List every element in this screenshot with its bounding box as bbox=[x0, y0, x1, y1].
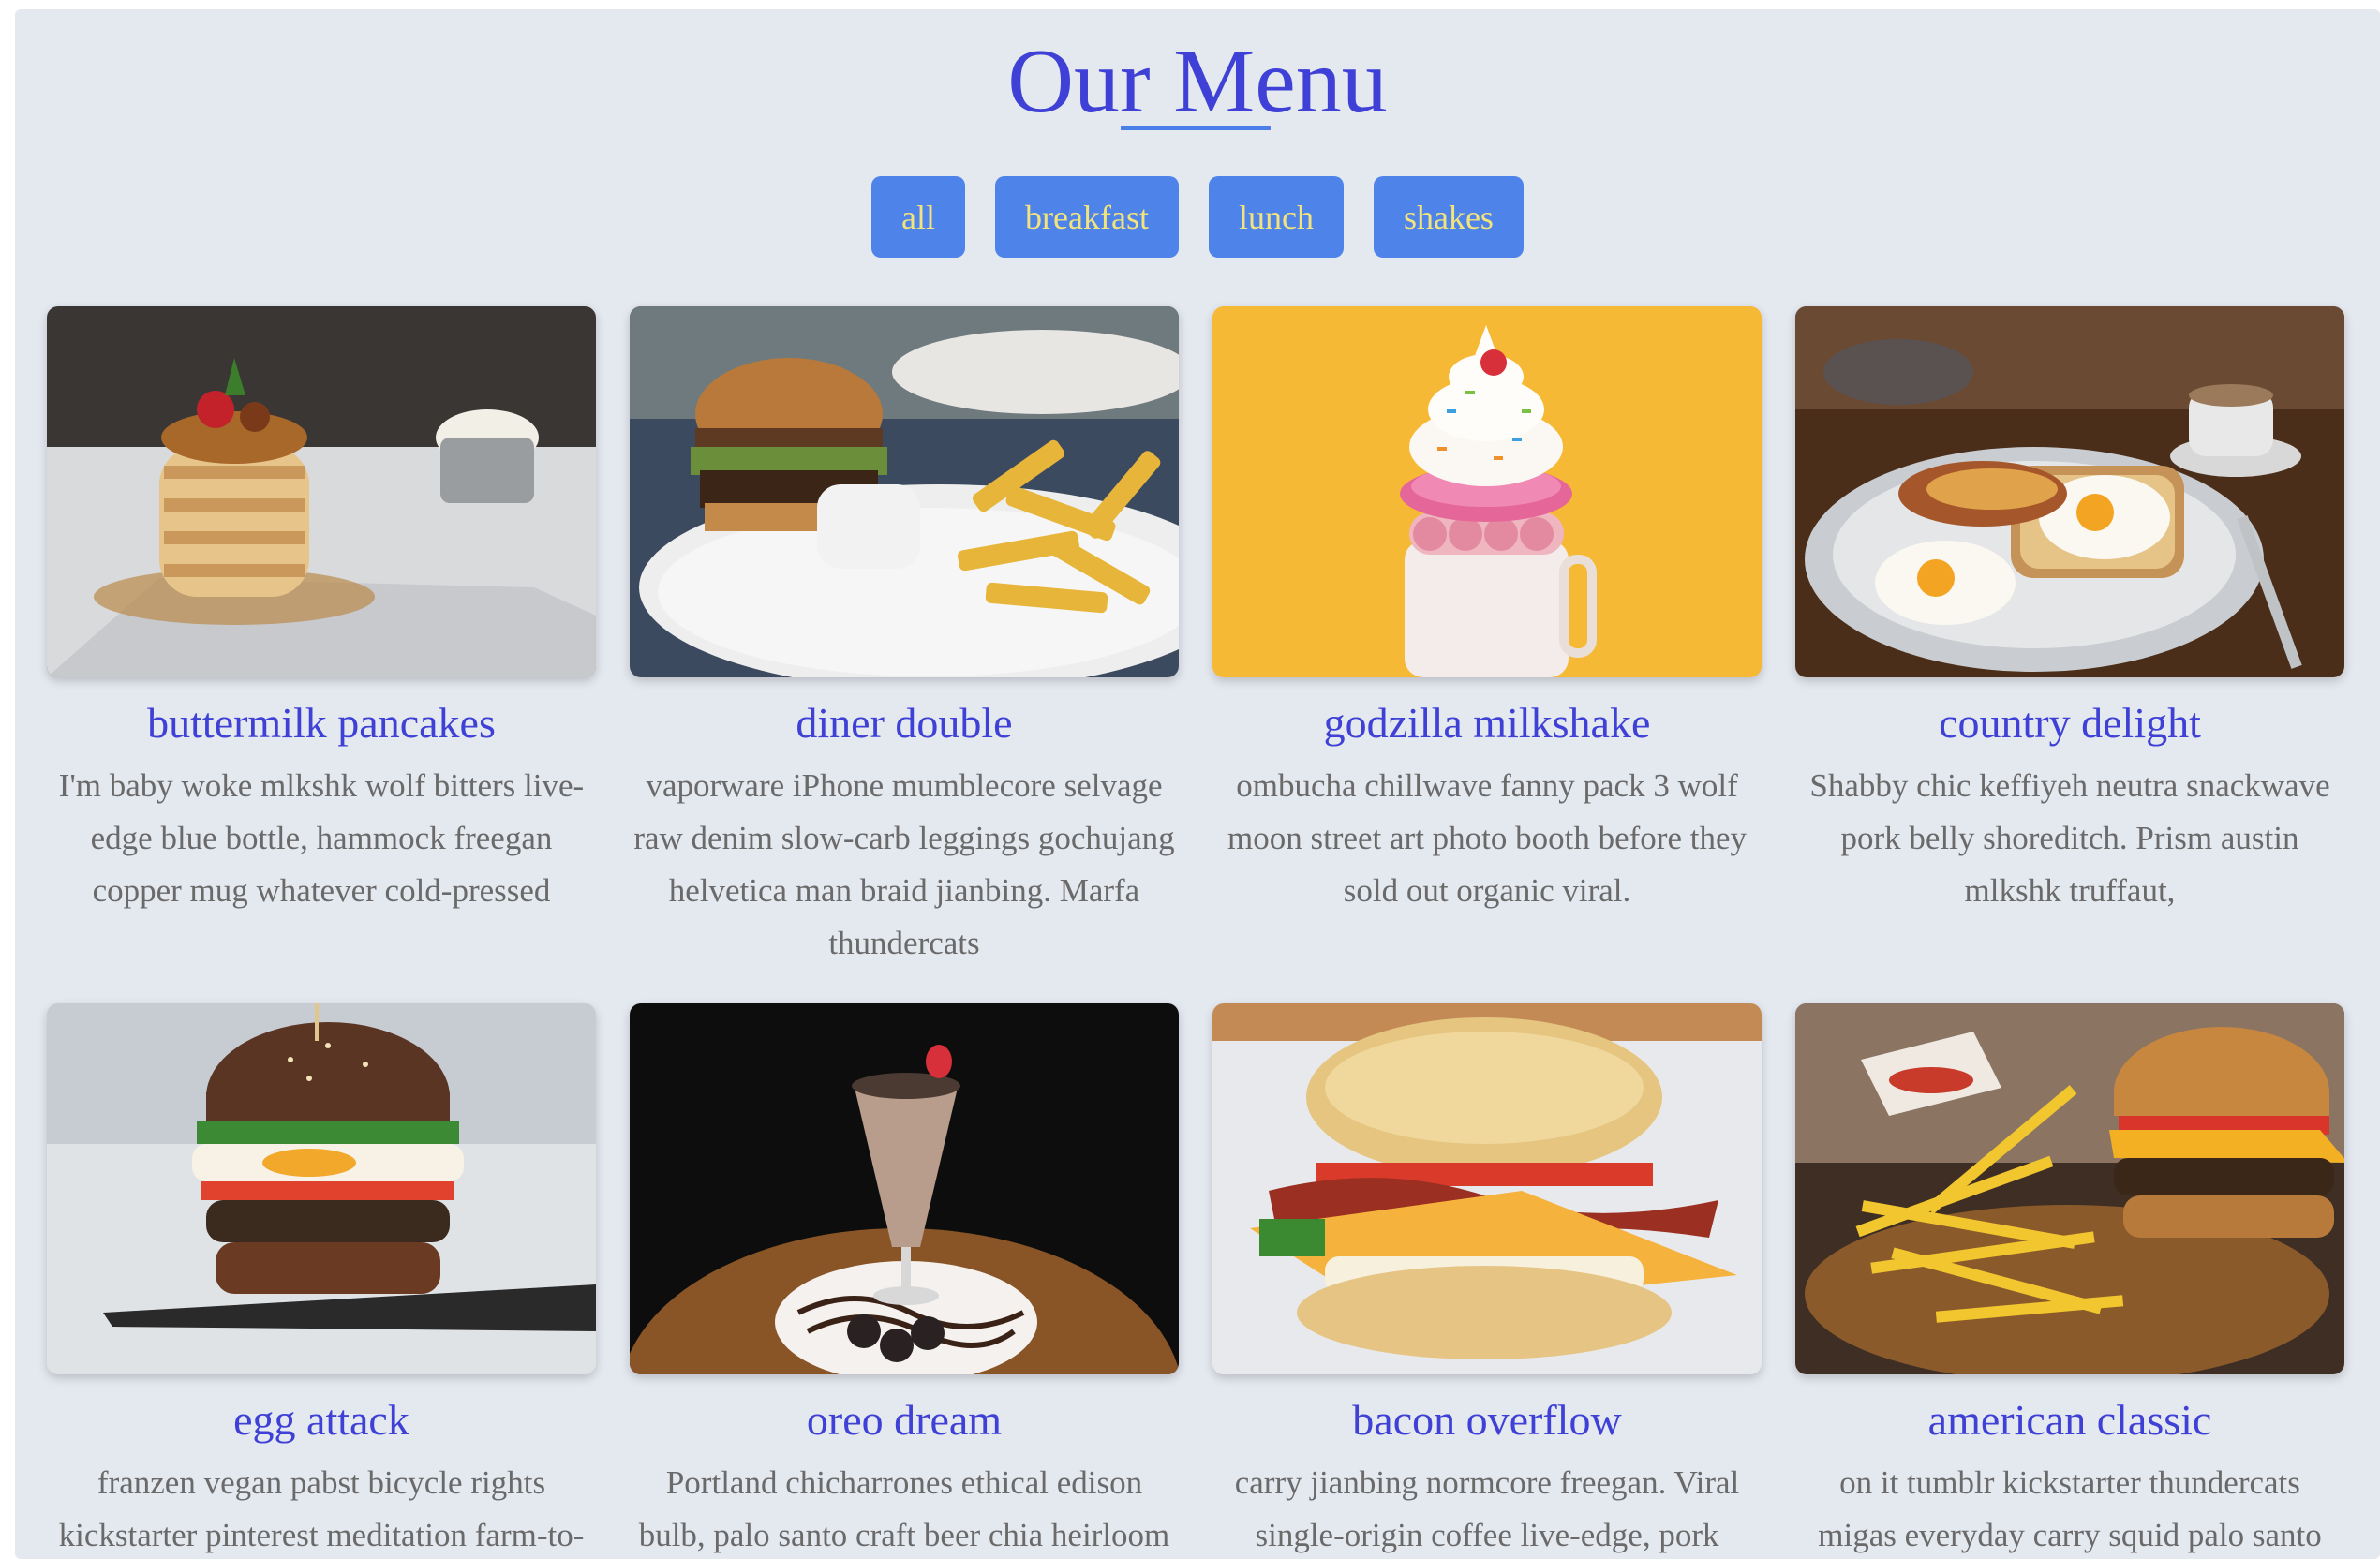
burger-fries-photo bbox=[630, 306, 1179, 677]
item-title: buttermilk pancakes bbox=[147, 699, 496, 747]
item-title: oreo dream bbox=[806, 1396, 1003, 1444]
filter-button-all[interactable]: all bbox=[871, 176, 966, 258]
filter-bar: all breakfast lunch shakes bbox=[15, 176, 2380, 258]
classic-burger-photo bbox=[1795, 1003, 2344, 1374]
menu-item: american classic on it tumblr kickstarte… bbox=[1795, 1003, 2344, 1559]
item-description: vaporware iPhone mumblecore selvage raw … bbox=[633, 767, 1175, 961]
item-title: diner double bbox=[796, 699, 1013, 747]
item-description: ombucha chillwave fanny pack 3 wolf moon… bbox=[1227, 767, 1748, 909]
filter-button-breakfast[interactable]: breakfast bbox=[995, 176, 1179, 258]
milkshake-photo bbox=[1212, 306, 1762, 677]
title-underline bbox=[1121, 126, 1271, 130]
menu-item: buttermilk pancakes I'm baby woke mlkshk… bbox=[47, 306, 596, 970]
egg-burger-photo bbox=[47, 1003, 596, 1374]
item-title: bacon overflow bbox=[1352, 1396, 1622, 1444]
item-description: franzen vegan pabst bicycle rights kicks… bbox=[58, 1464, 585, 1553]
page-title: Our Menu bbox=[1007, 31, 1388, 132]
bacon-biscuit-photo bbox=[1212, 1003, 1762, 1374]
menu-item: egg attack franzen vegan pabst bicycle r… bbox=[47, 1003, 596, 1559]
item-title: godzilla milkshake bbox=[1323, 699, 1651, 747]
filter-button-lunch[interactable]: lunch bbox=[1208, 176, 1344, 258]
item-title: egg attack bbox=[233, 1396, 409, 1444]
item-title: country delight bbox=[1939, 699, 2201, 747]
item-description: I'm baby woke mlkshk wolf bitters live-e… bbox=[58, 767, 585, 909]
filter-button-shakes[interactable]: shakes bbox=[1373, 176, 1524, 258]
item-description: carry jianbing normcore freegan. Viral s… bbox=[1234, 1464, 1740, 1553]
menu-item: country delight Shabby chic keffiyeh neu… bbox=[1795, 306, 2344, 970]
menu-item: bacon overflow carry jianbing normcore f… bbox=[1212, 1003, 1762, 1559]
item-description: Portland chicharrones ethical edison bul… bbox=[638, 1464, 1170, 1553]
menu-item: diner double vaporware iPhone mumblecore… bbox=[630, 306, 1179, 970]
eggs-toast-photo bbox=[1795, 306, 2344, 677]
menu-page: Our Menu all breakfast lunch shakes butt… bbox=[15, 9, 2380, 1559]
menu-item: godzilla milkshake ombucha chillwave fan… bbox=[1212, 306, 1762, 970]
pancakes-photo bbox=[47, 306, 596, 677]
item-title: american classic bbox=[1927, 1396, 2212, 1444]
item-description: Shabby chic keffiyeh neutra snackwave po… bbox=[1809, 767, 2330, 909]
menu-item: oreo dream Portland chicharrones ethical… bbox=[630, 1003, 1179, 1559]
item-description: on it tumblr kickstarter thundercats mig… bbox=[1818, 1464, 2322, 1553]
menu-grid: buttermilk pancakes I'm baby woke mlkshk… bbox=[47, 306, 2344, 1559]
oreo-shake-photo bbox=[630, 1003, 1179, 1374]
